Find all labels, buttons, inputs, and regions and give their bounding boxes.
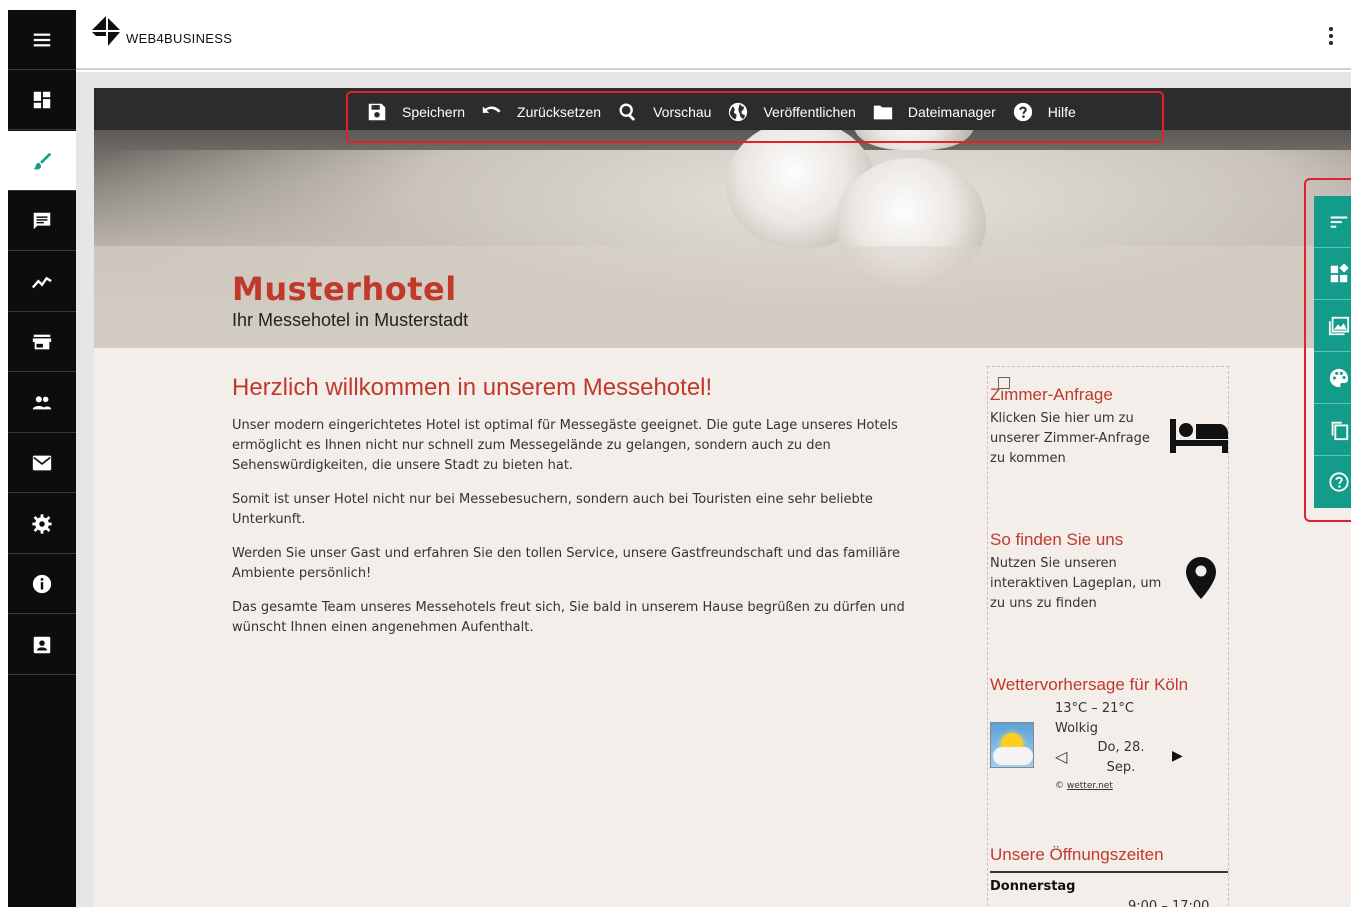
preview-button[interactable]: Vorschau [617,97,711,127]
hero-title: Musterhotel [232,270,457,308]
store-icon [32,334,52,349]
hero-banner: Musterhotel Ihr Messehotel in Musterstad… [94,130,1351,348]
sidebar-item-contact[interactable] [8,615,76,675]
help-circle-icon [1329,472,1349,492]
sidebar-item-users[interactable] [8,373,76,433]
page-editor: Speichern Zurücksetzen Vorschau Veröffen… [94,88,1351,907]
web4business-logo-icon [92,16,120,46]
copy-button[interactable] [1314,404,1351,456]
weather-description: Wolkig [1055,721,1099,736]
weather-credit-prefix: © [1055,781,1067,791]
help-icon [1013,102,1032,122]
save-button[interactable]: Speichern [366,97,465,127]
sidebar-item-statistics[interactable] [8,252,76,312]
room-request-text[interactable]: Klicken Sie hier um zu unserer Zimmer-An… [990,409,1160,469]
toolbar-actions: Speichern Zurücksetzen Vorschau Veröffen… [346,91,1164,143]
brush-icon [33,152,52,170]
copy-icon [1331,421,1349,440]
search-icon [619,103,636,121]
preview-label: Vorschau [653,104,712,120]
bed-icon[interactable] [1170,419,1228,453]
brand-logo[interactable]: WEB4BUSINESS [88,14,232,48]
location-text[interactable]: Nutzen Sie unseren interaktiven Lageplan… [990,554,1170,614]
welcome-paragraph-2: Somit ist unser Hotel nicht nur bei Mess… [232,492,873,527]
top-bar: WEB4BUSINESS [76,10,1351,70]
reset-label: Zurücksetzen [517,104,602,120]
contact-icon [33,636,51,653]
sidebar-item-messages[interactable] [8,191,76,251]
sort-button[interactable] [1314,196,1351,248]
sidebar-item-shop[interactable] [8,312,76,372]
weather-cloudy-icon [990,722,1034,768]
people-icon [32,395,52,409]
reset-button[interactable]: Zurücksetzen [481,97,601,127]
weather-credit-link[interactable]: wetter.net [1067,781,1113,791]
image-icon [1328,316,1350,335]
settings-icon [32,513,52,534]
weather-temperature: 13°C – 21°C [1055,701,1135,716]
save-label: Speichern [402,104,466,120]
location-title[interactable]: So finden Sie uns [990,530,1123,550]
app-root: WEB4BUSINESS Speichern Zurücksetzen Vors… [0,0,1351,907]
design-button[interactable] [1314,352,1351,404]
save-icon [368,103,386,121]
analytics-icon [31,276,52,288]
sidebar-widgets: Zimmer-Anfrage Klicken Sie hier um zu un… [987,366,1229,907]
welcome-paragraph-1: Unser modern eingerichtetes Hotel ist op… [232,418,898,473]
weather-credit: © wetter.net [1055,781,1113,791]
undo-icon [482,106,501,113]
weather-prev-button[interactable]: ◁ [1055,747,1067,767]
welcome-heading: Herzlich willkommen in unserem Messehote… [232,374,713,401]
weather-next-button[interactable]: ▶ [1172,747,1183,764]
sidebar-item-dashboard[interactable] [8,70,76,130]
dashboard-icon [33,91,51,108]
chat-icon [33,212,51,229]
opening-hours-day: Donnerstag [990,879,1076,894]
left-sidebar [8,10,76,907]
widgets-icon [1330,263,1349,282]
more-options-icon[interactable] [1325,24,1337,48]
widget-drag-handle[interactable] [998,377,1010,389]
welcome-paragraph-4: Das gesamte Team unseres Messehotels fre… [232,600,905,635]
palette-icon [1329,368,1349,387]
weather-cloud [993,747,1033,765]
main-content: Speichern Zurücksetzen Vorschau Veröffen… [76,72,1351,907]
help-panel-button[interactable] [1314,456,1351,508]
sidebar-item-settings[interactable] [8,494,76,554]
right-tool-buttons [1314,196,1351,508]
sidebar-item-info[interactable] [8,554,76,614]
folder-icon [873,105,893,120]
sidebar-item-design[interactable] [8,131,76,191]
widgets-button[interactable] [1314,248,1351,300]
weather-date: Do, 28. Sep. [1097,740,1145,775]
filemanager-label: Dateimanager [907,104,996,120]
weather-title: Wettervorhersage für Köln [990,675,1189,694]
help-button[interactable]: Hilfe [1012,97,1076,127]
opening-hours-time: 9:00 – 17:00 [1128,899,1210,907]
info-icon [32,574,52,593]
sidebar-item-mail[interactable] [8,433,76,493]
menu-icon [33,33,51,46]
welcome-paragraph-3: Werden Sie unser Gast und erfahren Sie d… [232,546,901,581]
globe-icon [729,102,748,122]
brand-name: WEB4BUSINESS [126,31,233,46]
mail-icon [32,455,52,470]
welcome-article: Herzlich willkommen in unserem Messehote… [232,374,932,652]
sidebar-item-menu[interactable] [8,10,76,70]
sort-icon [1330,216,1348,228]
publish-button[interactable]: Veröffentlichen [727,97,856,127]
filemanager-button[interactable]: Dateimanager [872,97,996,127]
map-pin-icon[interactable] [1186,557,1216,599]
publish-label: Veröffentlichen [763,104,856,120]
right-tool-panel [1304,178,1351,522]
opening-hours-title: Unsere Öffnungszeiten [990,845,1228,873]
image-button[interactable] [1314,300,1351,352]
help-label: Hilfe [1047,104,1076,120]
hero-subtitle: Ihr Messehotel in Musterstadt [232,310,469,330]
